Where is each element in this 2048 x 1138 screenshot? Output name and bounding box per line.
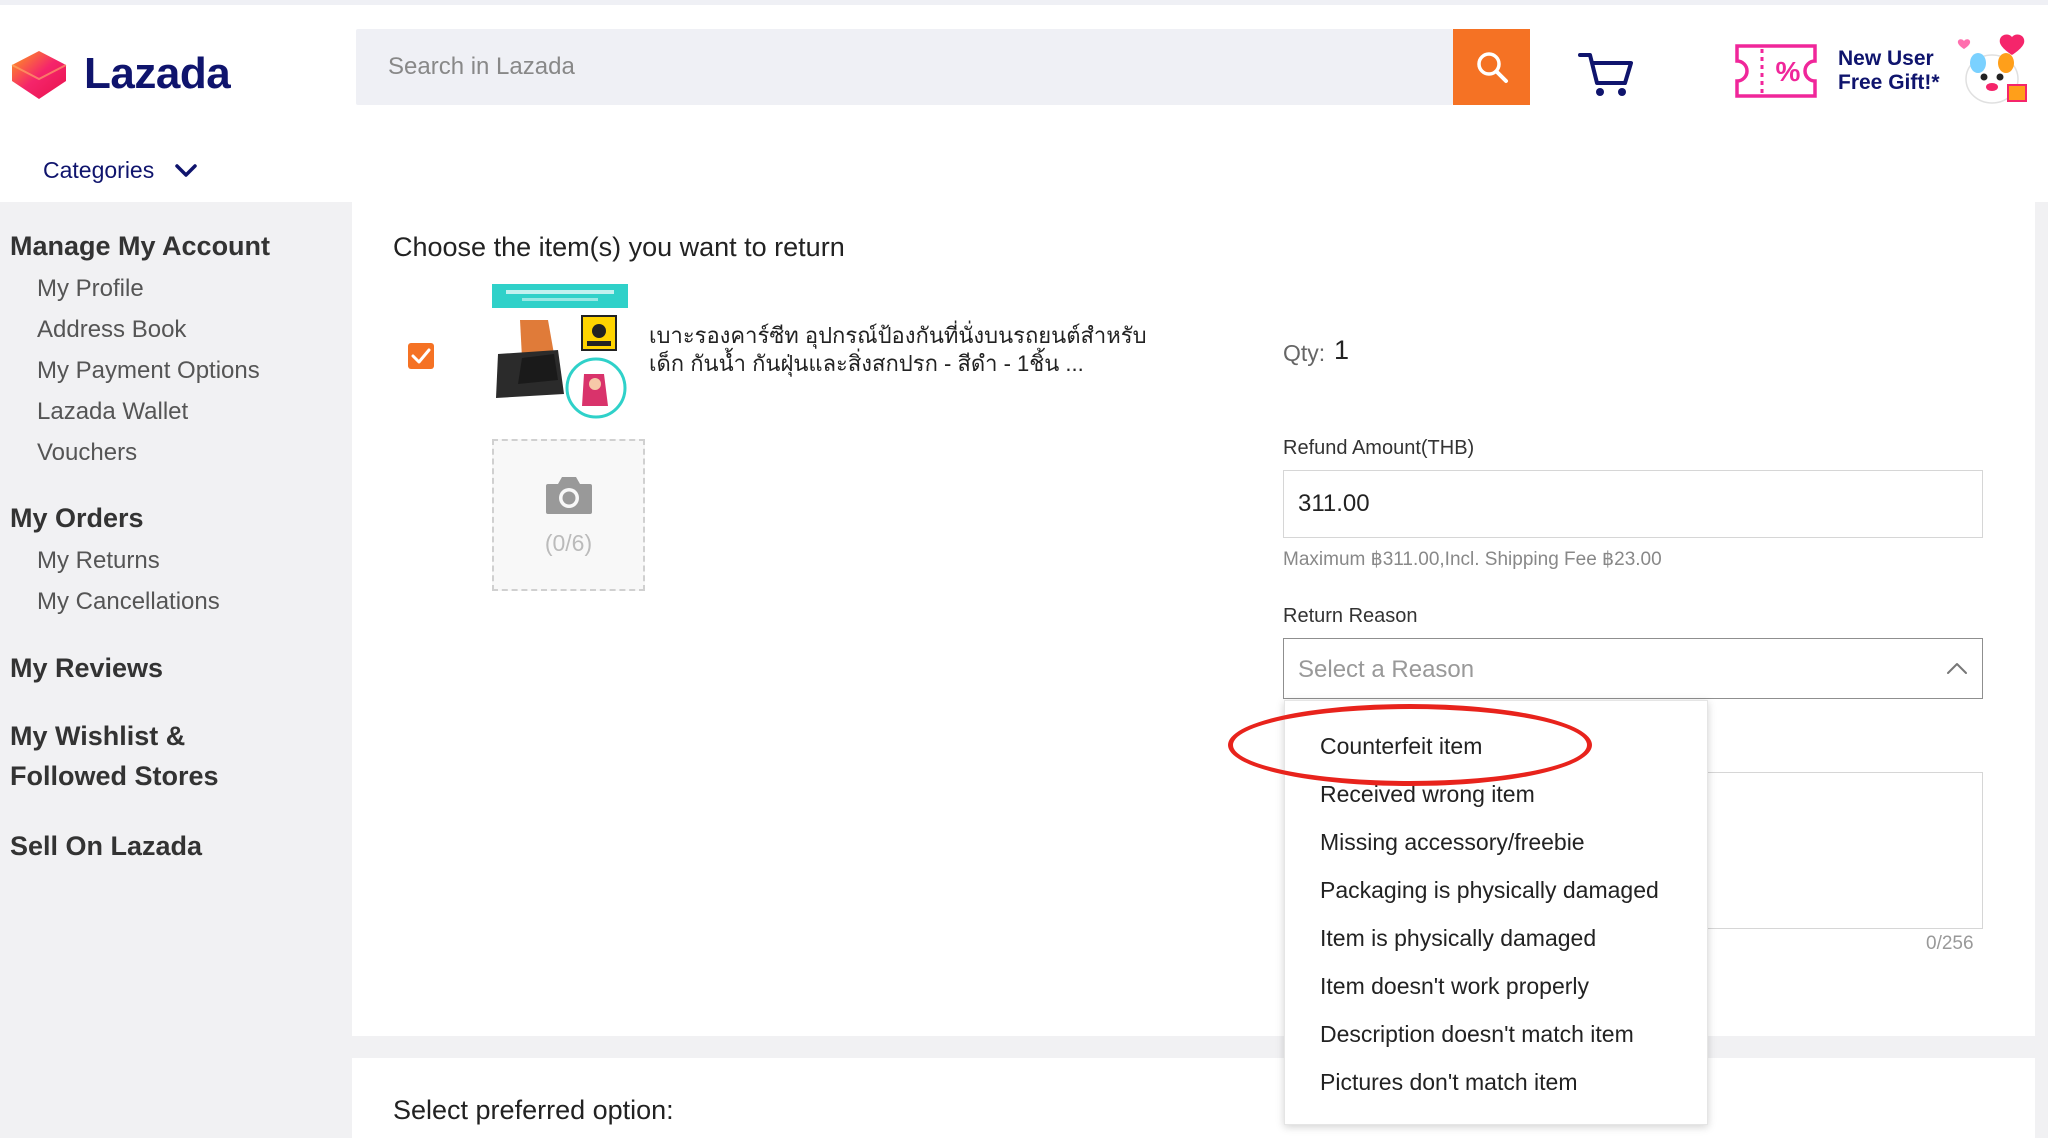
choose-items-title: Choose the item(s) you want to return bbox=[393, 232, 845, 262]
reason-option-description-mismatch[interactable]: Description doesn't match item bbox=[1320, 1021, 1634, 1048]
sidebar-my-orders[interactable]: My Orders bbox=[10, 498, 144, 538]
sidebar-item-vouchers[interactable]: Vouchers bbox=[37, 439, 137, 467]
account-sidebar: Manage My Account My Profile Address Boo… bbox=[0, 202, 352, 1138]
refund-amount-input[interactable] bbox=[1283, 470, 1983, 538]
svg-text:%: % bbox=[1776, 56, 1801, 87]
lazada-heart-icon bbox=[11, 51, 67, 99]
search-button[interactable] bbox=[1453, 29, 1530, 105]
photo-upload-box[interactable]: (0/6) bbox=[492, 439, 645, 591]
sidebar-item-payment-options[interactable]: My Payment Options bbox=[37, 357, 260, 385]
chevron-up-icon bbox=[1947, 663, 1967, 674]
product-name: เบาะรองคาร์ซีท อุปกรณ์ป้องกันที่นั่งบนรถ… bbox=[649, 323, 1147, 376]
reason-option-not-working[interactable]: Item doesn't work properly bbox=[1320, 973, 1589, 1000]
preferred-option-title: Select preferred option: bbox=[393, 1095, 674, 1125]
wishlist-line-1: My Wishlist & bbox=[10, 721, 186, 751]
return-reason-label: Return Reason bbox=[1283, 605, 1418, 627]
refund-amount-label: Refund Amount(THB) bbox=[1283, 437, 1475, 459]
discount-ticket-icon: % bbox=[1735, 44, 1817, 98]
cart-icon[interactable] bbox=[1578, 49, 1634, 99]
page-gutter bbox=[2035, 202, 2048, 1138]
promo-line-1: New User bbox=[1838, 47, 1934, 70]
return-reason-select[interactable]: Select a Reason bbox=[1283, 638, 1983, 699]
logo-text: Lazada bbox=[84, 49, 231, 98]
qty-label: Qty: bbox=[1283, 340, 1326, 366]
sidebar-my-wishlist[interactable]: My Wishlist & Followed Stores bbox=[10, 716, 219, 796]
reason-option-pictures-mismatch[interactable]: Pictures don't match item bbox=[1320, 1069, 1578, 1096]
sidebar-item-address-book[interactable]: Address Book bbox=[37, 316, 186, 344]
wishlist-line-2: Followed Stores bbox=[10, 761, 219, 791]
sidebar-item-my-returns[interactable]: My Returns bbox=[37, 547, 160, 575]
product-thumbnail bbox=[492, 284, 628, 420]
sidebar-item-my-cancellations[interactable]: My Cancellations bbox=[37, 588, 220, 616]
checkmark-icon bbox=[411, 348, 431, 364]
item-checkbox[interactable] bbox=[408, 343, 434, 369]
car-seat-protector-image bbox=[492, 284, 628, 419]
new-user-promo[interactable]: % New User Free Gift!* bbox=[1734, 33, 2032, 109]
chevron-down-icon bbox=[175, 163, 197, 177]
categories-label: Categories bbox=[43, 157, 155, 183]
search-icon bbox=[1476, 52, 1508, 83]
highlight-circle-annotation bbox=[1228, 704, 1592, 786]
qty-value: 1 bbox=[1334, 335, 1350, 365]
promo-line-2: Free Gift!* bbox=[1838, 71, 1940, 94]
sidebar-sell-on-lazada[interactable]: Sell On Lazada bbox=[10, 826, 202, 866]
comment-textarea[interactable] bbox=[1706, 772, 1983, 929]
sidebar-item-my-profile[interactable]: My Profile bbox=[37, 275, 144, 303]
promo-text: New User Free Gift!* bbox=[1838, 47, 1940, 95]
top-header: Lazada % New User Free Gift!* bbox=[0, 0, 2048, 209]
comment-char-count: 0/256 bbox=[1926, 933, 1974, 954]
sidebar-item-lazada-wallet[interactable]: Lazada Wallet bbox=[37, 398, 188, 426]
reason-placeholder: Select a Reason bbox=[1298, 656, 1475, 683]
refund-max-note: Maximum ฿311.00,Incl. Shipping Fee ฿23.0… bbox=[1283, 549, 1662, 570]
reason-option-packaging-damaged[interactable]: Packaging is physically damaged bbox=[1320, 877, 1659, 904]
categories-menu[interactable]: Categories bbox=[43, 157, 198, 184]
reason-option-missing-accessory[interactable]: Missing accessory/freebie bbox=[1320, 829, 1585, 856]
mascot-gift-icon bbox=[1957, 34, 2027, 104]
search-input[interactable] bbox=[356, 29, 1453, 105]
sidebar-my-reviews[interactable]: My Reviews bbox=[10, 648, 163, 688]
lazada-logo[interactable]: Lazada bbox=[8, 45, 231, 103]
camera-icon bbox=[545, 476, 592, 514]
upload-count: (0/6) bbox=[544, 529, 593, 556]
reason-option-item-damaged[interactable]: Item is physically damaged bbox=[1320, 925, 1596, 952]
search-bar bbox=[356, 29, 1453, 105]
sidebar-manage-account[interactable]: Manage My Account bbox=[10, 226, 270, 266]
